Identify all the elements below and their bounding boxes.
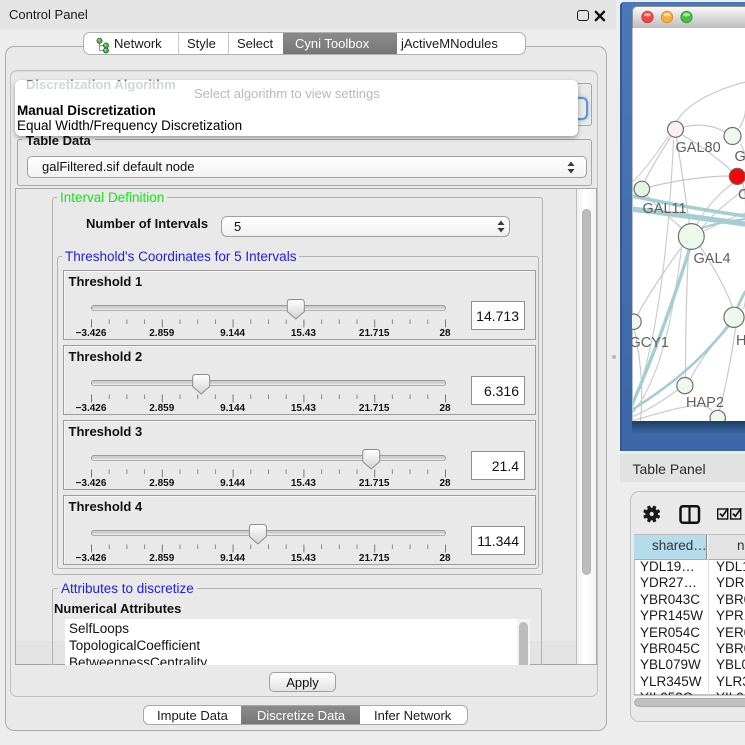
- svg-text:GCY1: GCY1: [632, 335, 669, 351]
- svg-text:C: C: [738, 187, 745, 203]
- svg-text:GAL80: GAL80: [675, 140, 720, 156]
- svg-text:GAL4: GAL4: [693, 251, 730, 267]
- svg-text:H: H: [736, 333, 745, 349]
- svg-text:GA: GA: [734, 149, 745, 165]
- svg-text:GAL11: GAL11: [642, 201, 686, 217]
- svg-text:HAP2: HAP2: [686, 395, 724, 411]
